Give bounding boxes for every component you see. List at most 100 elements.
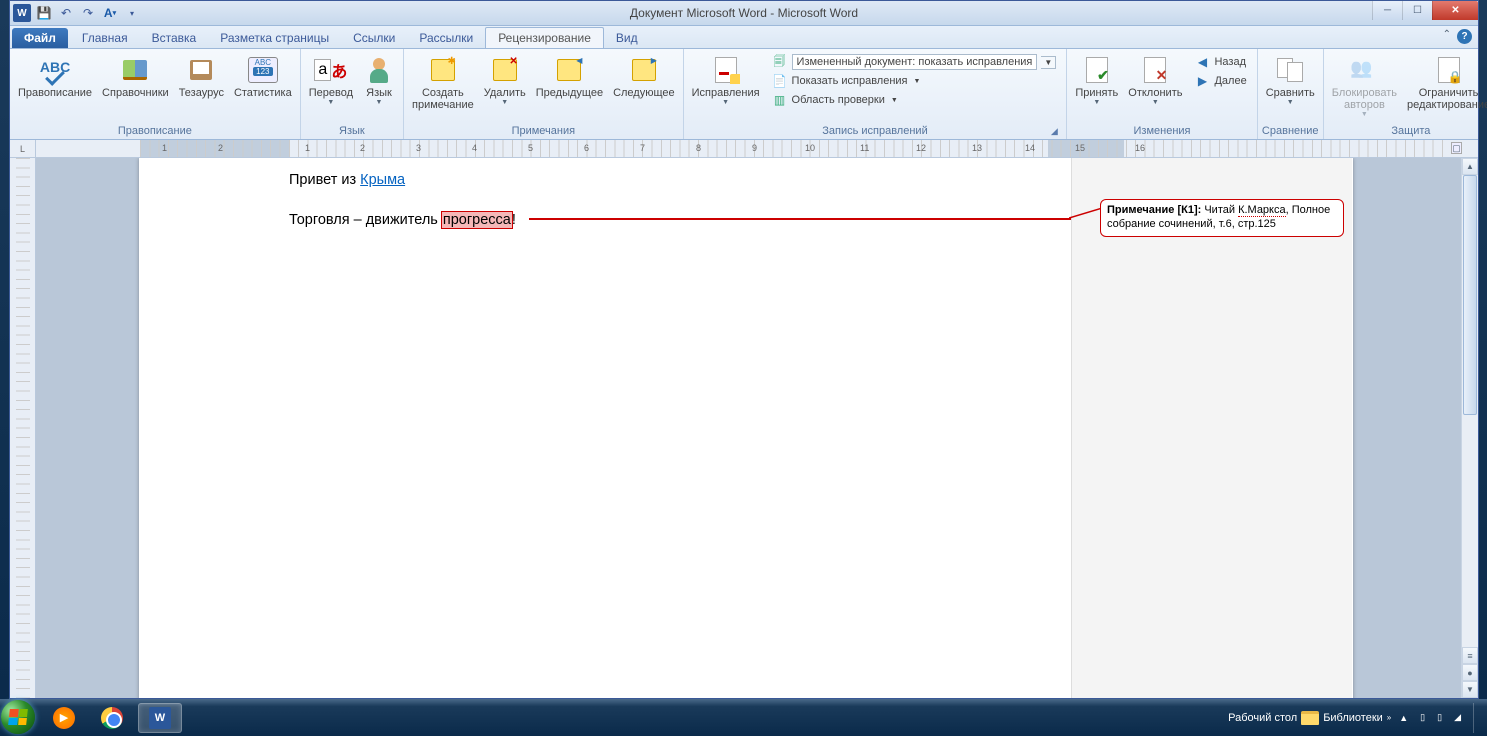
tab-home[interactable]: Главная xyxy=(70,28,140,48)
reviewing-pane[interactable]: ▥ Область проверки ▼ xyxy=(768,91,1061,109)
language-icon xyxy=(363,54,395,86)
track-changes-icon xyxy=(710,54,742,86)
word-window: W 💾 ↶ ↷ A▾ ▾ Документ Microsoft Word - M… xyxy=(9,0,1479,699)
redo-icon[interactable]: ↷ xyxy=(78,3,98,23)
scroll-thumb[interactable] xyxy=(1463,175,1477,415)
task-word[interactable]: W xyxy=(138,703,182,733)
new-comment-button[interactable]: Создать примечание xyxy=(408,51,478,111)
minimize-button[interactable]: ─ xyxy=(1372,1,1402,20)
group-label-changes: Изменения xyxy=(1071,123,1252,139)
word-task-icon: W xyxy=(149,707,171,729)
page[interactable]: Привет из Крыма Торговля – движитель про… xyxy=(139,158,1353,698)
show-markup[interactable]: 📄 Показать исправления ▼ xyxy=(768,72,1061,90)
track-changes-button[interactable]: Исправления▼ xyxy=(688,51,764,106)
tab-mailings[interactable]: Рассылки xyxy=(407,28,485,48)
help-icon[interactable]: ? xyxy=(1457,29,1472,44)
group-label-proofing: Правописание xyxy=(14,123,296,139)
next-change[interactable]: ▶Далее xyxy=(1190,72,1250,90)
compare-button[interactable]: Сравнить▼ xyxy=(1262,51,1319,106)
thesaurus-button[interactable]: Тезаурус xyxy=(175,51,228,99)
document-area: Привет из Крыма Торговля – движитель про… xyxy=(10,158,1478,698)
paragraph-1[interactable]: Привет из Крыма xyxy=(289,170,516,192)
wordcount-button[interactable]: ABC123 Статистика xyxy=(230,51,296,99)
close-button[interactable]: ✕ xyxy=(1432,1,1478,20)
hyperlink[interactable]: Крыма xyxy=(360,172,405,188)
browse-object-icon[interactable]: ● xyxy=(1462,664,1478,681)
task-chrome[interactable] xyxy=(90,703,134,733)
reject-icon xyxy=(1139,54,1171,86)
group-label-tracking: Запись исправлений◢ xyxy=(688,123,1063,139)
tab-view[interactable]: Вид xyxy=(604,28,650,48)
ruler-toggle-icon[interactable]: ▢ xyxy=(1451,142,1462,154)
tab-file[interactable]: Файл xyxy=(12,28,68,48)
tab-review[interactable]: Рецензирование xyxy=(485,27,604,48)
scroll-up-icon[interactable]: ▲ xyxy=(1462,158,1478,175)
minimize-ribbon-icon[interactable]: ⌃ xyxy=(1443,29,1451,44)
restrict-editing-icon xyxy=(1433,54,1465,86)
vertical-scrollbar[interactable]: ▲ ≡ ● ▼ xyxy=(1461,158,1478,698)
group-comments: Создать примечание Удалить▼ Предыдущее С… xyxy=(404,49,684,139)
undo-icon[interactable]: ↶ xyxy=(56,3,76,23)
commented-text[interactable]: прогресса xyxy=(442,212,512,228)
display-for-review[interactable]: 🗐 Измененный документ: показать исправле… xyxy=(768,53,1061,71)
wordcount-icon: ABC123 xyxy=(247,54,279,86)
quick-access-toolbar: W 💾 ↶ ↷ A▾ ▾ xyxy=(10,3,142,23)
markup-area xyxy=(1071,158,1352,698)
scroll-down-icon[interactable]: ▼ xyxy=(1462,681,1478,698)
delete-comment-button[interactable]: Удалить▼ xyxy=(480,51,530,106)
vertical-ruler[interactable] xyxy=(10,158,36,698)
document-scroll[interactable]: Привет из Крыма Торговля – движитель про… xyxy=(36,158,1478,698)
font-color-icon[interactable]: A▾ xyxy=(100,3,120,23)
save-icon[interactable]: 💾 xyxy=(34,3,54,23)
tracking-launcher-icon[interactable]: ◢ xyxy=(1048,125,1060,137)
word-logo-icon[interactable]: W xyxy=(12,3,32,23)
group-language: aあ Перевод▼ Язык▼ Язык xyxy=(301,49,404,139)
research-button[interactable]: Справочники xyxy=(98,51,173,99)
tab-selector-icon[interactable]: L xyxy=(10,140,36,157)
restrict-editing-button[interactable]: Ограничить редактирование xyxy=(1403,51,1487,111)
tab-layout[interactable]: Разметка страницы xyxy=(208,28,341,48)
qat-customize-icon[interactable]: ▾ xyxy=(122,3,142,23)
spelling-button[interactable]: ABC Правописание xyxy=(14,51,96,99)
maximize-button[interactable]: ☐ xyxy=(1402,1,1432,20)
translate-button[interactable]: aあ Перевод▼ xyxy=(305,51,357,106)
task-wmp[interactable]: ▶ xyxy=(42,703,86,733)
tab-insert[interactable]: Вставка xyxy=(140,28,209,48)
tab-references[interactable]: Ссылки xyxy=(341,28,407,48)
group-protect: Блокировать авторов▼ Ограничить редактир… xyxy=(1324,49,1487,139)
titlebar: W 💾 ↶ ↷ A▾ ▾ Документ Microsoft Word - M… xyxy=(10,1,1478,26)
group-compare: Сравнить▼ Сравнение xyxy=(1258,49,1324,139)
start-button[interactable] xyxy=(0,698,38,736)
tray-volume-icon[interactable]: ◢ xyxy=(1450,712,1465,723)
new-comment-icon xyxy=(427,54,459,86)
group-label-comments: Примечания xyxy=(408,123,679,139)
language-button[interactable]: Язык▼ xyxy=(359,51,399,106)
next-comment-button[interactable]: Следующее xyxy=(609,51,679,99)
chrome-icon xyxy=(101,707,123,729)
comment-dotted: К.Маркса xyxy=(1238,204,1286,217)
tray-desktop-label[interactable]: Рабочий стол xyxy=(1228,712,1297,724)
comment-balloon[interactable]: Примечание [К1]: Читай К.Маркса, Полное … xyxy=(1100,199,1344,237)
compare-icon xyxy=(1274,54,1306,86)
reject-button[interactable]: Отклонить▼ xyxy=(1124,51,1186,106)
show-desktop-button[interactable] xyxy=(1473,703,1481,733)
group-changes: Принять▼ Отклонить▼ ◀Назад ▶Далее Измене… xyxy=(1067,49,1257,139)
scroll-track[interactable] xyxy=(1462,175,1478,647)
block-authors-button: Блокировать авторов▼ xyxy=(1328,51,1401,118)
prev-page-icon[interactable]: ≡ xyxy=(1462,647,1478,664)
wmp-icon: ▶ xyxy=(53,707,75,729)
tray-flag-icon[interactable]: ▯ xyxy=(1416,712,1429,723)
taskbar: ▶ W Рабочий стол Библиотеки » ▲ ▯ ▯ ◢ xyxy=(0,699,1487,736)
previous-change[interactable]: ◀Назад xyxy=(1190,53,1250,71)
prev-comment-button[interactable]: Предыдущее xyxy=(532,51,607,99)
paragraph-2[interactable]: Торговля – движитель прогресса! xyxy=(289,210,516,232)
tracking-options: 🗐 Измененный документ: показать исправле… xyxy=(766,51,1063,111)
tray-libraries-label[interactable]: Библиотеки xyxy=(1323,712,1383,724)
reviewing-pane-icon: ▥ xyxy=(772,92,788,108)
horizontal-ruler[interactable]: L ▢ 1212345678910111213141516 xyxy=(10,140,1478,158)
accept-button[interactable]: Принять▼ xyxy=(1071,51,1122,106)
page-content[interactable]: Привет из Крыма Торговля – движитель про… xyxy=(289,170,516,250)
folder-icon[interactable] xyxy=(1301,711,1319,725)
tray-overflow-icon[interactable]: ▲ xyxy=(1395,713,1412,723)
tray-network-icon[interactable]: ▯ xyxy=(1433,712,1446,723)
